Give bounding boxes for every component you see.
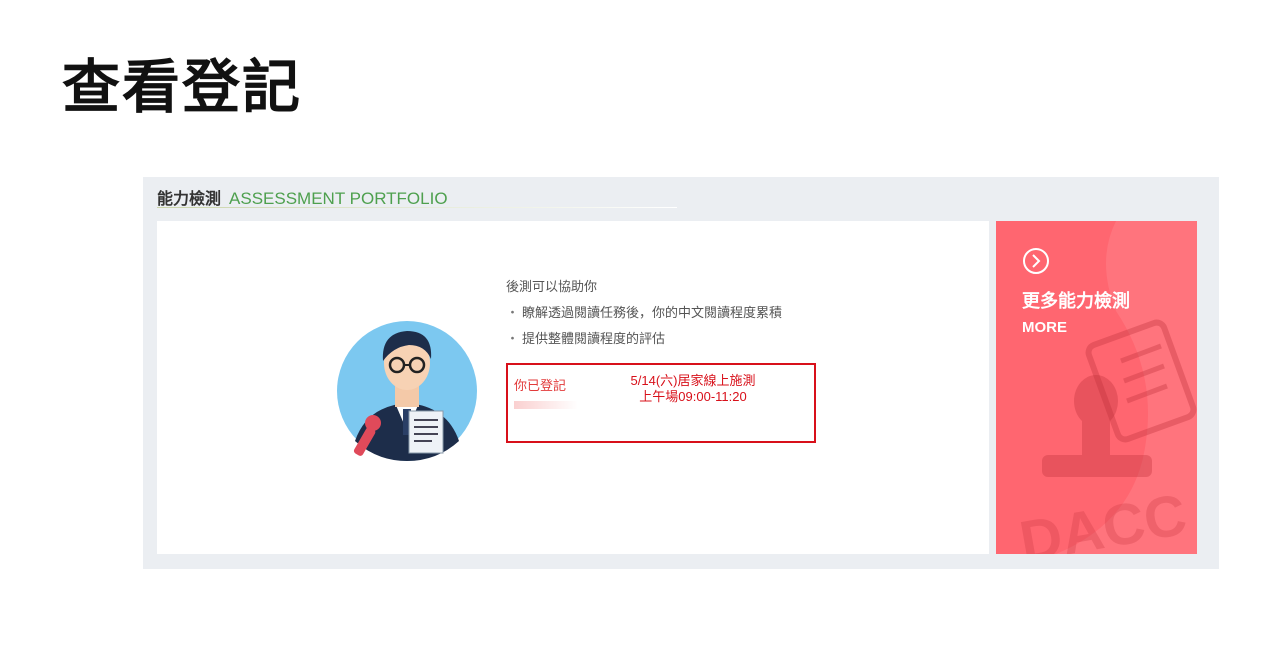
section-title-zh: 能力檢測 — [157, 189, 222, 208]
registration-date: 5/14(六)居家線上施測 — [630, 373, 756, 388]
more-assessments-card[interactable]: DACC 更多能力檢測 MORE — [996, 221, 1197, 554]
page-title: 查看登記 — [62, 53, 303, 121]
chevron-right-circle-icon[interactable] — [1022, 247, 1050, 275]
assessment-card[interactable]: 後測可以協助你 ・瞭解透過閱讀任務後，你的中文閱讀程度累積 ・提供整體閱讀程度的… — [157, 221, 989, 554]
intro-text: 後測可以協助你 — [506, 280, 598, 295]
svg-text:DACC: DACC — [1015, 482, 1191, 554]
registration-obscured-text — [514, 401, 578, 409]
registration-time: 上午場09:00-11:20 — [639, 389, 747, 404]
bullet-item: ・提供整體閱讀程度的評估 — [506, 332, 666, 347]
assessment-description: 後測可以協助你 ・瞭解透過閱讀任務後，你的中文閱讀程度累積 ・提供整體閱讀程度的… — [506, 275, 906, 353]
section-title-en: ASSESSMENT PORTFOLIO — [229, 189, 448, 208]
bullet-text: 瞭解透過閱讀任務後，你的中文閱讀程度累積 — [522, 306, 783, 321]
assessment-panel: 能力檢測 ASSESSMENT PORTFOLIO 後測可以協助你 ・瞭解透過閱讀… — [143, 177, 1219, 569]
section-header: 能力檢測 ASSESSMENT PORTFOLIO — [157, 185, 448, 208]
more-assessments-title[interactable]: 更多能力檢測 — [1022, 287, 1130, 313]
registration-details: 5/14(六)居家線上施測 上午場09:00-11:20 — [608, 373, 778, 405]
more-link[interactable]: MORE — [1022, 319, 1067, 336]
bullet-text: 提供整體閱讀程度的評估 — [522, 332, 666, 347]
registration-status: 你已登記 — [514, 379, 567, 394]
teacher-avatar-icon — [337, 321, 477, 461]
header-underline — [157, 207, 677, 208]
bullet-item: ・瞭解透過閱讀任務後，你的中文閱讀程度累積 — [506, 306, 783, 321]
registration-highlight-box: 你已登記 5/14(六)居家線上施測 上午場09:00-11:20 — [506, 363, 816, 443]
